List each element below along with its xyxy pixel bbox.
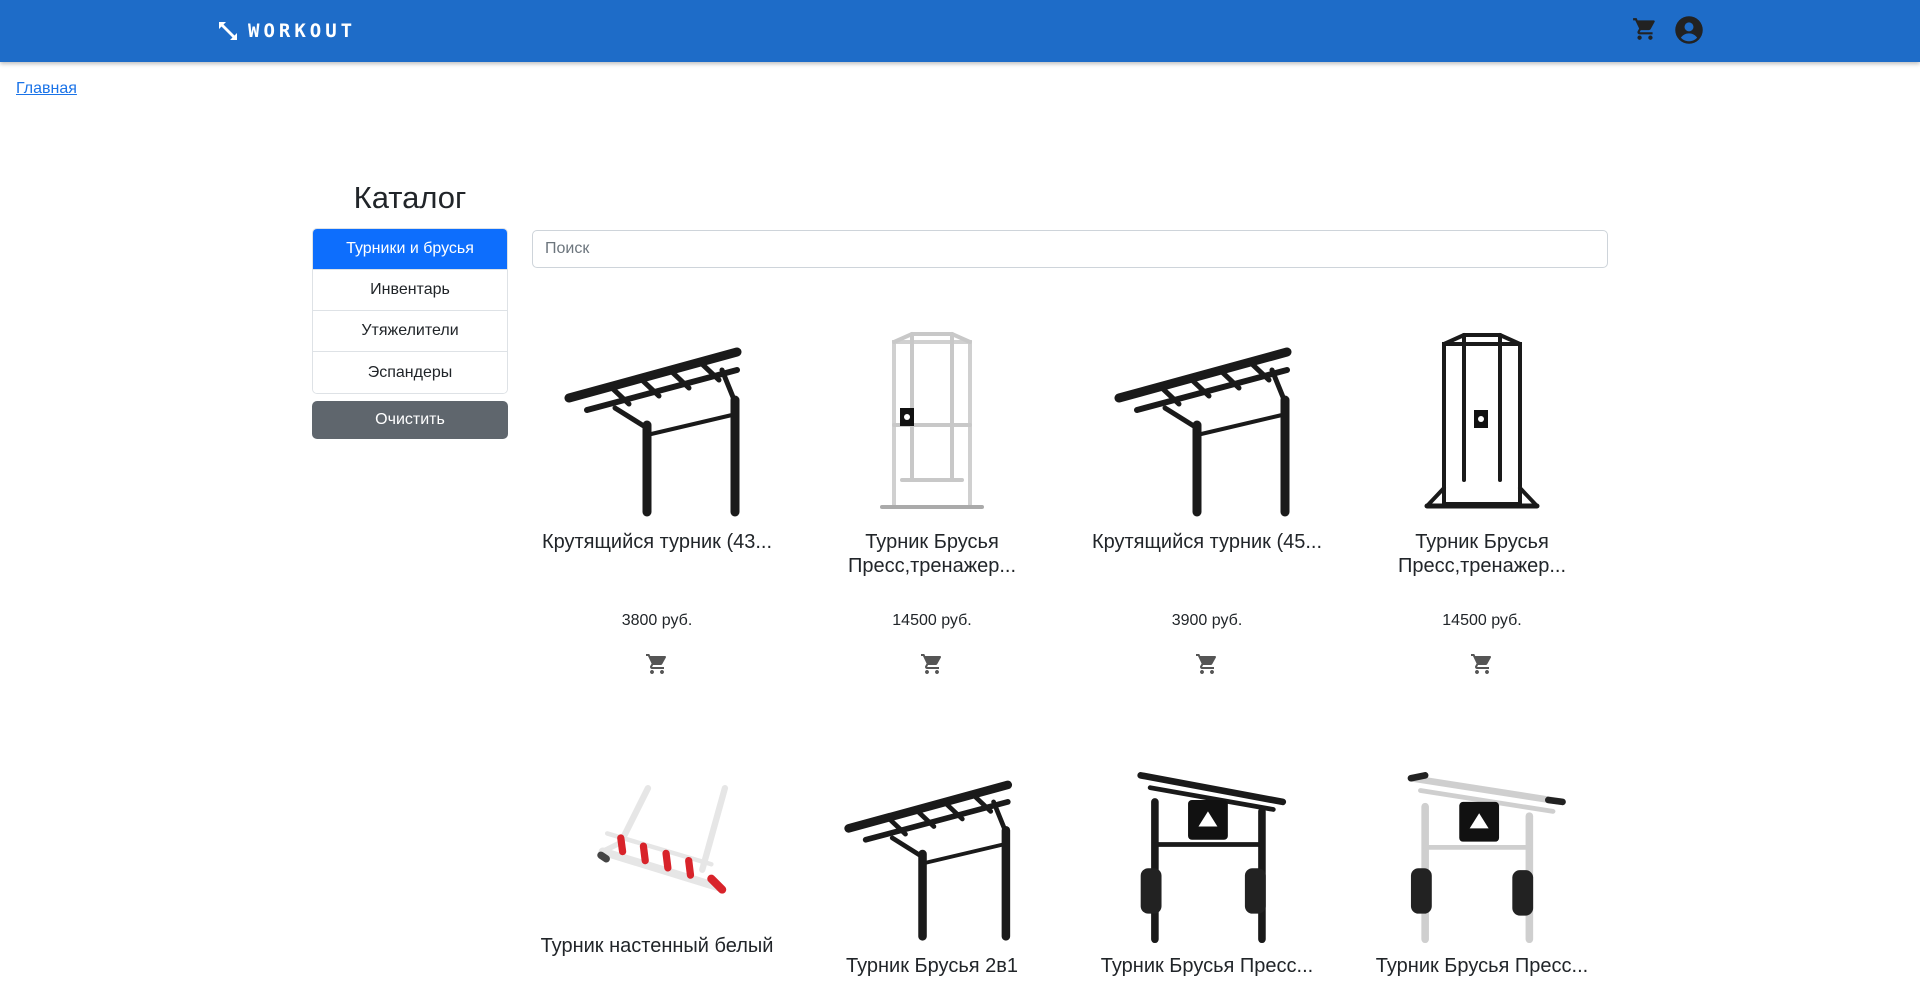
product-name[interactable]: Турник настенный белый — [537, 934, 777, 982]
product-image[interactable] — [1382, 330, 1582, 520]
category-item-pullup-bars[interactable]: Турники и брусья — [313, 229, 507, 270]
product-card[interactable]: Турник Брусья Пресс... — [1362, 764, 1602, 1002]
clear-filter-button[interactable]: Очистить — [312, 401, 508, 439]
product-card[interactable]: Турник Брусья Пресс... — [1087, 764, 1327, 1002]
brand-logo[interactable]: WORKOUT — [216, 17, 356, 45]
brand-name: WORKOUT — [248, 20, 357, 42]
category-item-expanders[interactable]: Эспандеры — [313, 352, 507, 393]
category-item-weights[interactable]: Утяжелители — [313, 311, 507, 352]
product-card[interactable]: Турник Брусья 2в1 — [812, 764, 1052, 1002]
add-to-cart-icon[interactable] — [645, 652, 669, 676]
fitness-expand-icon — [219, 22, 237, 40]
top-navbar: WORKOUT — [0, 0, 1920, 62]
product-card[interactable]: Крутящийся турник (45... 3900 руб. — [1087, 330, 1327, 676]
product-price: 14500 руб. — [892, 612, 972, 629]
search-input[interactable] — [532, 230, 1608, 268]
catalog-title: Каталог — [353, 180, 467, 215]
product-image[interactable] — [832, 330, 1032, 520]
product-image[interactable] — [557, 330, 757, 520]
product-image[interactable] — [557, 752, 757, 924]
category-item-equipment[interactable]: Инвентарь — [313, 270, 507, 311]
product-name[interactable]: Турник Брусья Пресс,тренажер... — [812, 530, 1052, 578]
product-card[interactable]: Турник Брусья Пресс,тренажер... 14500 ру… — [1362, 330, 1602, 676]
breadcrumb-home-link[interactable]: Главная — [16, 80, 77, 98]
product-name[interactable]: Турник Брусья Пресс... — [1087, 954, 1327, 1002]
product-price: 14500 руб. — [1442, 612, 1522, 629]
product-image[interactable] — [1382, 764, 1582, 944]
account-circle-icon[interactable] — [1674, 15, 1704, 45]
product-name[interactable]: Турник Брусья 2в1 — [812, 954, 1052, 1002]
product-image[interactable] — [1107, 764, 1307, 944]
add-to-cart-icon[interactable] — [920, 652, 944, 676]
cart-icon[interactable] — [1632, 16, 1658, 42]
product-price: 3800 руб. — [621, 612, 693, 629]
product-price: 3900 руб. — [1171, 612, 1243, 629]
product-image[interactable] — [1107, 330, 1307, 520]
product-card[interactable]: Крутящийся турник (43... 3800 руб. — [537, 330, 777, 676]
product-card[interactable]: Турник Брусья Пресс,тренажер... 14500 ру… — [812, 330, 1052, 676]
product-name[interactable]: Крутящийся турник (43... — [537, 530, 777, 578]
product-image[interactable] — [832, 764, 1032, 944]
add-to-cart-icon[interactable] — [1470, 652, 1494, 676]
add-to-cart-icon[interactable] — [1195, 652, 1219, 676]
category-list: Турники и брусья Инвентарь Утяжелители Э… — [312, 228, 508, 394]
product-name[interactable]: Турник Брусья Пресс... — [1362, 954, 1602, 1002]
product-name[interactable]: Крутящийся турник (45... — [1087, 530, 1327, 578]
product-name[interactable]: Турник Брусья Пресс,тренажер... — [1362, 530, 1602, 578]
product-card[interactable]: Турник настенный белый — [537, 752, 777, 982]
